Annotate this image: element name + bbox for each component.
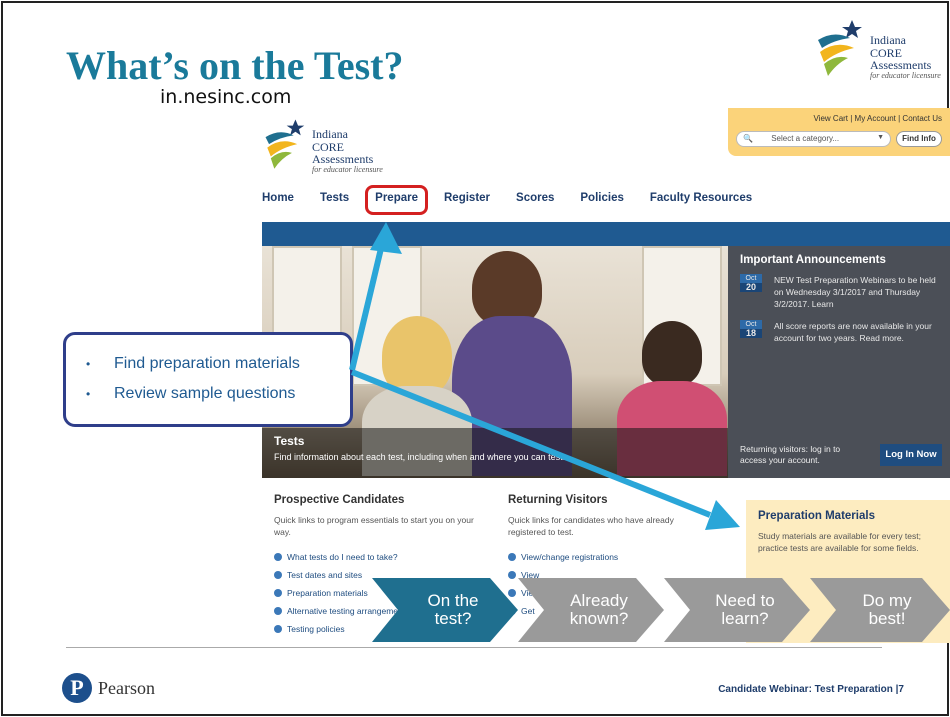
site-logo-line1: Indiana xyxy=(312,127,348,141)
step-label-2: Already known? xyxy=(569,591,629,628)
slide-title: What’s on the Test? xyxy=(66,43,404,88)
main-nav: Home Tests Prepare Register Scores Polic… xyxy=(262,185,778,215)
find-info-button[interactable]: Find Info xyxy=(896,131,942,147)
step-label-1: On the test? xyxy=(427,591,479,628)
footer-note: Candidate Webinar: Test Preparation |7 xyxy=(718,684,904,695)
search-icon: 🔍 xyxy=(743,134,753,143)
pearson-logo: P Pearson xyxy=(62,673,155,703)
category-select[interactable]: 🔍 Select a category... ▼ xyxy=(736,131,891,147)
preparation-text: Study materials are available for every … xyxy=(758,531,921,553)
bullet-icon xyxy=(274,553,282,561)
nav-faculty-resources[interactable]: Faculty Resources xyxy=(650,188,752,212)
prospective-text: Quick links to program essentials to sta… xyxy=(274,515,474,537)
bullet-icon xyxy=(274,571,282,579)
announcements-panel: Important Announcements Oct 20 NEW Test P… xyxy=(728,246,950,478)
returning-visitors-note: Returning visitors: log in to access you… xyxy=(740,444,841,465)
announcement-item: Oct 20 NEW Test Preparation Webinars to b… xyxy=(728,274,950,310)
category-select-label: Select a category... xyxy=(771,134,840,143)
announcements-title: Important Announcements xyxy=(740,254,886,266)
nav-home[interactable]: Home xyxy=(262,188,294,212)
star-swoosh-icon xyxy=(818,20,862,76)
bullet-icon xyxy=(274,607,282,615)
site-logo[interactable]: Indiana CORE Assessments for educator li… xyxy=(262,114,402,182)
footer-divider xyxy=(66,647,882,648)
website-screenshot: Indiana CORE Assessments for educator li… xyxy=(262,108,950,643)
step-label-3: Need to learn? xyxy=(715,591,775,628)
bullet-icon xyxy=(274,589,282,597)
hero-title: Tests xyxy=(274,434,305,448)
quick-link[interactable]: What tests do I need to take? xyxy=(274,548,474,566)
nav-scores[interactable]: Scores xyxy=(516,188,554,212)
log-in-button[interactable]: Log In Now xyxy=(880,444,942,466)
prospective-title: Prospective Candidates xyxy=(274,494,405,506)
bullet-icon xyxy=(274,625,282,633)
slide-url: in.nesinc.com xyxy=(160,86,292,108)
date-badge: Oct 18 xyxy=(740,320,762,338)
announcement-item: Oct 18 All score reports are now availabl… xyxy=(728,320,950,344)
pearson-p-icon: P xyxy=(62,673,92,703)
quick-link[interactable]: View/change registrations xyxy=(508,548,698,566)
logo-line1: Indiana xyxy=(870,33,906,47)
step-label-4: Do my best! xyxy=(862,591,912,628)
date-badge: Oct 20 xyxy=(740,274,762,292)
slide-logo: Indiana CORE Assessments for educator li… xyxy=(814,18,950,84)
nav-tests[interactable]: Tests xyxy=(320,188,349,212)
utility-links[interactable]: View Cart | My Account | Contact Us xyxy=(814,114,943,123)
logo-line3: Assessments xyxy=(870,58,932,73)
nav-prepare[interactable]: Prepare xyxy=(365,185,428,215)
utility-bar: View Cart | My Account | Contact Us 🔍 Se… xyxy=(728,108,950,156)
returning-title: Returning Visitors xyxy=(508,494,608,506)
pearson-wordmark: Pearson xyxy=(98,677,155,698)
chevron-down-icon: ▼ xyxy=(877,134,884,141)
callout-item: • Review sample questions xyxy=(86,385,296,402)
hero-text: Find information about each test, includ… xyxy=(274,452,566,462)
bullet-icon xyxy=(508,553,516,561)
callout-box: • Find preparation materials • Review samp… xyxy=(63,332,353,427)
returning-text: Quick links for candidates who have alre… xyxy=(508,515,674,537)
site-logo-tagline: for educator licensure xyxy=(312,164,383,174)
preparation-title: Preparation Materials xyxy=(758,510,875,522)
nav-policies[interactable]: Policies xyxy=(580,188,623,212)
logo-tagline: for educator licensure xyxy=(870,70,941,80)
nav-register[interactable]: Register xyxy=(444,188,490,212)
star-swoosh-icon xyxy=(265,119,305,169)
hero-caption: Tests Find information about each test, … xyxy=(262,428,728,478)
site-logo-line3: Assessments xyxy=(312,152,374,167)
nav-band xyxy=(262,222,950,246)
announcement-text[interactable]: NEW Test Preparation Webinars to be held… xyxy=(774,275,936,309)
callout-item: • Find preparation materials xyxy=(86,355,300,372)
announcement-text[interactable]: All score reports are now available in y… xyxy=(774,321,932,343)
